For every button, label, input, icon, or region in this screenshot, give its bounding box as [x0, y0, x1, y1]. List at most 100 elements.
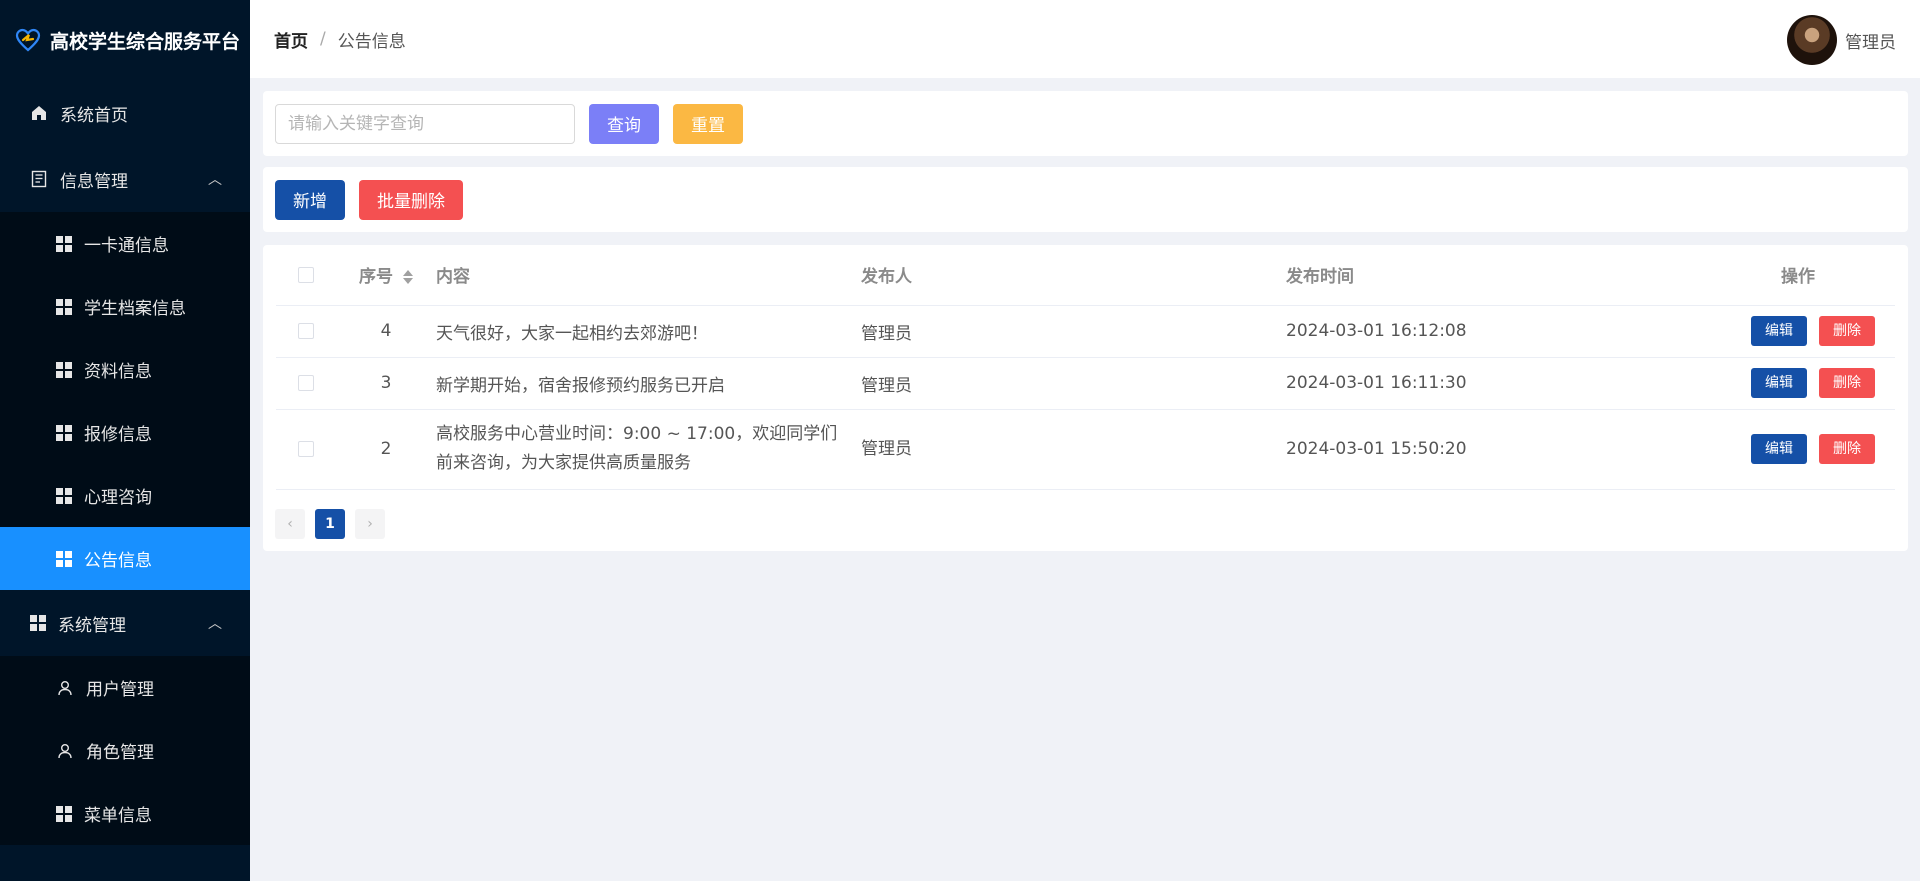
action-panel: 新增 批量删除 [263, 167, 1908, 232]
sidebar-item-student-archive[interactable]: 学生档案信息 [0, 275, 250, 338]
cell-seq: 4 [336, 305, 436, 358]
sidebar-group-label: 系统管理 [58, 615, 126, 636]
sidebar-item-repair[interactable]: 报修信息 [0, 401, 250, 464]
app-title: 高校学生综合服务平台 [50, 30, 241, 53]
delete-button[interactable]: 删除 [1819, 316, 1875, 346]
add-button[interactable]: 新增 [275, 179, 345, 220]
heart-logo-icon [15, 28, 41, 52]
announcement-table-panel: 序号 内容 发布人 发布时间 操作 4 天气很好，大家一起相约去郊游吧！ 管理员… [263, 245, 1908, 551]
sidebar-group-system[interactable]: 系统管理 ︿ [0, 590, 250, 656]
pagination: ‹ 1 › [275, 509, 385, 539]
top-header: 首页 / 公告信息 管理员 [250, 0, 1920, 78]
table-row: 2 高校服务中心营业时间：9:00 ~ 17:00，欢迎同学们前来咨询，为大家提… [276, 409, 1895, 490]
column-header-ops: 操作 [1696, 245, 1895, 306]
next-page-button[interactable]: › [355, 509, 385, 539]
table-row: 4 天气很好，大家一起相约去郊游吧！ 管理员 2024-03-01 16:12:… [276, 305, 1895, 358]
grid-icon [56, 361, 72, 378]
cell-ops: 编辑 删除 [1696, 305, 1895, 358]
cell-time: 2024-03-01 16:12:08 [1286, 305, 1696, 358]
home-icon [30, 104, 48, 122]
document-icon [30, 170, 48, 188]
query-button[interactable]: 查询 [589, 103, 659, 144]
sidebar-item-label: 公告信息 [84, 551, 152, 571]
page-1-button[interactable]: 1 [315, 509, 345, 539]
sidebar-item-label: 系统首页 [60, 105, 128, 126]
grid-icon [56, 424, 72, 441]
sidebar-item-menus[interactable]: 菜单信息 [0, 782, 250, 845]
prev-page-button[interactable]: ‹ [275, 509, 305, 539]
sidebar-item-home[interactable]: 系统首页 [0, 80, 250, 146]
select-all-checkbox[interactable] [298, 266, 314, 283]
sidebar-item-label: 一卡通信息 [84, 236, 169, 256]
table-header-row: 序号 内容 发布人 发布时间 操作 [276, 245, 1895, 306]
cell-content: 新学期开始，宿舍报修预约服务已开启 [436, 357, 861, 410]
sort-icon[interactable] [402, 270, 413, 285]
avatar[interactable] [1787, 15, 1837, 65]
submenu-system: 用户管理 角色管理 菜单信息 [0, 656, 250, 845]
column-header-content: 内容 [436, 245, 861, 306]
search-panel: 查询 重置 [263, 91, 1908, 156]
breadcrumb-home[interactable]: 首页 [274, 27, 308, 52]
breadcrumb-separator: / [320, 29, 326, 49]
sidebar-item-materials[interactable]: 资料信息 [0, 338, 250, 401]
delete-button[interactable]: 删除 [1819, 368, 1875, 398]
cell-time: 2024-03-01 16:11:30 [1286, 357, 1696, 410]
column-header-publisher: 发布人 [861, 245, 1286, 306]
select-all-cell [276, 245, 336, 306]
user-icon [56, 742, 74, 760]
search-input[interactable] [275, 103, 575, 144]
column-header-label: 序号 [359, 267, 394, 288]
row-checkbox[interactable] [298, 375, 314, 391]
sidebar-item-counseling[interactable]: 心理咨询 [0, 464, 250, 527]
grid-icon [56, 550, 72, 567]
sidebar-item-users[interactable]: 用户管理 [0, 656, 250, 719]
reset-button[interactable]: 重置 [673, 103, 743, 144]
delete-button[interactable]: 删除 [1819, 434, 1875, 464]
submenu-info: 一卡通信息 学生档案信息 资料信息 报修信息 心理咨询 公告信息 [0, 212, 250, 590]
grid-icon [30, 615, 46, 631]
grid-icon [56, 235, 72, 252]
breadcrumb-current: 公告信息 [337, 31, 406, 52]
sidebar-item-label: 用户管理 [86, 680, 154, 700]
row-checkbox[interactable] [298, 440, 314, 457]
user-icon [56, 679, 74, 697]
table-row: 3 新学期开始，宿舍报修预约服务已开启 管理员 2024-03-01 16:11… [276, 357, 1895, 410]
grid-icon [56, 805, 72, 822]
sidebar-item-label: 菜单信息 [84, 806, 152, 826]
user-menu[interactable]: 管理员 [1787, 15, 1896, 65]
sidebar-group-info[interactable]: 信息管理 ︿ [0, 146, 250, 212]
app-logo[interactable]: 高校学生综合服务平台 [0, 0, 250, 80]
sidebar-item-card[interactable]: 一卡通信息 [0, 212, 250, 275]
bulk-delete-button[interactable]: 批量删除 [359, 179, 463, 220]
user-name: 管理员 [1845, 32, 1896, 53]
edit-button[interactable]: 编辑 [1751, 434, 1807, 464]
cell-seq: 3 [336, 357, 436, 410]
cell-time: 2024-03-01 15:50:20 [1286, 409, 1696, 490]
column-header-time: 发布时间 [1286, 245, 1696, 306]
cell-publisher: 管理员 [861, 357, 1286, 410]
sidebar-item-announcement[interactable]: 公告信息 [0, 527, 250, 590]
announcement-table: 序号 内容 发布人 发布时间 操作 4 天气很好，大家一起相约去郊游吧！ 管理员… [276, 245, 1895, 490]
row-select-cell [276, 305, 336, 358]
column-header-seq[interactable]: 序号 [336, 245, 436, 306]
grid-icon [56, 298, 72, 315]
cell-publisher: 管理员 [861, 305, 1286, 358]
row-select-cell [276, 357, 336, 410]
grid-icon [56, 487, 72, 504]
sidebar-item-roles[interactable]: 角色管理 [0, 719, 250, 782]
cell-ops: 编辑 删除 [1696, 409, 1895, 490]
cell-seq: 2 [336, 409, 436, 490]
cell-content: 天气很好，大家一起相约去郊游吧！ [436, 305, 861, 358]
edit-button[interactable]: 编辑 [1751, 316, 1807, 346]
chevron-up-icon: ︿ [208, 172, 222, 188]
sidebar-group-label: 信息管理 [60, 171, 128, 192]
sidebar-item-label: 资料信息 [84, 362, 152, 382]
row-checkbox[interactable] [298, 323, 314, 339]
sidebar-item-label: 角色管理 [86, 743, 154, 763]
sidebar-item-label: 学生档案信息 [84, 299, 186, 319]
chevron-up-icon: ︿ [208, 616, 222, 632]
edit-button[interactable]: 编辑 [1751, 368, 1807, 398]
row-select-cell [276, 409, 336, 490]
sidebar-item-label: 心理咨询 [84, 488, 152, 508]
cell-publisher: 管理员 [861, 409, 1286, 490]
